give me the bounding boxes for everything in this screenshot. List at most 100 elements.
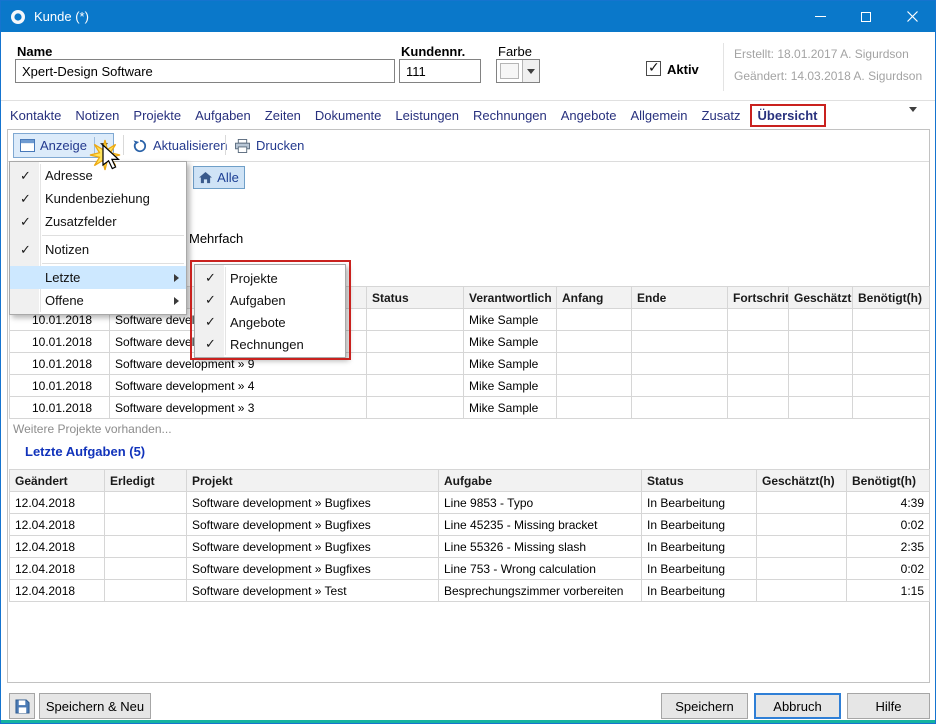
table-cell: 10.01.2018: [10, 353, 110, 375]
tab-zeiten[interactable]: Zeiten: [258, 104, 308, 127]
table-row[interactable]: 12.04.2018Software development » Bugfixe…: [10, 492, 930, 514]
table-row[interactable]: 12.04.2018Software development » TestBes…: [10, 580, 930, 602]
table-cell: Software development » Test: [187, 580, 439, 602]
alle-filter-button[interactable]: Alle: [193, 166, 245, 189]
table-cell: In Bearbeitung: [642, 536, 757, 558]
table-cell: [728, 331, 789, 353]
tasks-section-title: Letzte Aufgaben (5): [25, 444, 145, 459]
menu-item-kundenbeziehung[interactable]: Kundenbeziehung: [10, 187, 186, 210]
table-row[interactable]: 12.04.2018Software development » Bugfixe…: [10, 514, 930, 536]
table-cell: [853, 331, 930, 353]
column-header[interactable]: Geändert: [10, 470, 105, 492]
tab-projekte[interactable]: Projekte: [126, 104, 188, 127]
table-cell: [367, 353, 464, 375]
table-cell: [728, 353, 789, 375]
table-row[interactable]: 10.01.2018Software development » 4Mike S…: [10, 375, 930, 397]
menu-item-offene[interactable]: Offene: [10, 289, 186, 312]
name-input[interactable]: [15, 59, 395, 83]
table-row[interactable]: 10.01.2018Software develoMike Sample: [10, 331, 930, 353]
table-row[interactable]: 10.01.2018Software development » 3Mike S…: [10, 397, 930, 419]
table-cell: [105, 580, 187, 602]
table-cell: Software development » Bugfixes: [187, 558, 439, 580]
table-cell: [728, 375, 789, 397]
column-header[interactable]: Projekt: [187, 470, 439, 492]
submenu-arrow-icon: [174, 297, 179, 305]
printer-icon: [235, 139, 250, 153]
submenu-arrow-icon: [174, 274, 179, 282]
column-header[interactable]: Geschätzt(h): [789, 287, 853, 309]
column-header[interactable]: Erledigt: [105, 470, 187, 492]
table-cell: In Bearbeitung: [642, 492, 757, 514]
column-header[interactable]: Anfang: [557, 287, 632, 309]
table-cell: 1:15: [847, 580, 930, 602]
table-row[interactable]: 10.01.2018Software development » 9Mike S…: [10, 353, 930, 375]
close-button[interactable]: [889, 1, 935, 32]
column-header[interactable]: Verantwortlich: [464, 287, 557, 309]
table-cell: [728, 309, 789, 331]
drucken-button[interactable]: Drucken: [235, 133, 304, 158]
tab-kontakte[interactable]: Kontakte: [3, 104, 68, 127]
table-cell: 4:39: [847, 492, 930, 514]
table-cell: 12.04.2018: [10, 492, 105, 514]
table-cell: Software development » Bugfixes: [187, 514, 439, 536]
table-row[interactable]: 12.04.2018Software development » Bugfixe…: [10, 536, 930, 558]
table-cell: Besprechungszimmer vorbereiten: [439, 580, 642, 602]
table-row[interactable]: 12.04.2018Software development » Bugfixe…: [10, 558, 930, 580]
table-cell: [789, 331, 853, 353]
column-header[interactable]: Benötigt(h): [853, 287, 930, 309]
maximize-button[interactable]: [843, 1, 889, 32]
farbe-dropdown[interactable]: [496, 59, 540, 83]
menu-item-notizen[interactable]: Notizen: [10, 238, 186, 261]
column-header[interactable]: Benötigt(h): [847, 470, 930, 492]
alle-label: Alle: [217, 170, 239, 185]
kundennr-input[interactable]: [399, 59, 481, 83]
table-cell: [557, 353, 632, 375]
tab-zusatz[interactable]: Zusatz: [695, 104, 748, 127]
speichern-button[interactable]: Speichern: [661, 693, 748, 719]
modified-text: Geändert: 14.03.2018 A. Sigurdson: [734, 69, 922, 83]
table-cell: [105, 514, 187, 536]
table-cell: [853, 353, 930, 375]
tab-angebote[interactable]: Angebote: [554, 104, 624, 127]
table-cell: [789, 309, 853, 331]
table-cell: Software development » 3: [110, 397, 367, 419]
hilfe-button[interactable]: Hilfe: [847, 693, 930, 719]
column-header[interactable]: Aufgabe: [439, 470, 642, 492]
farbe-dropdown-button[interactable]: [522, 60, 539, 82]
tab-dokumente[interactable]: Dokumente: [308, 104, 388, 127]
tab-allgemein[interactable]: Allgemein: [623, 104, 694, 127]
table-cell: [632, 331, 728, 353]
floppy-disk-icon: [15, 699, 30, 714]
annotation-box-submenu: [190, 260, 351, 360]
tab-rechnungen[interactable]: Rechnungen: [466, 104, 554, 127]
menu-item-letzte[interactable]: Letzte: [10, 266, 186, 289]
speichern-neu-button[interactable]: Speichern & Neu: [39, 693, 151, 719]
tasks-table-header: GeändertErledigtProjektAufgabeStatusGesc…: [10, 470, 930, 492]
aktualisieren-button[interactable]: Aktualisieren: [133, 133, 227, 158]
more-projects-note: Weitere Projekte vorhanden...: [13, 422, 172, 436]
column-header[interactable]: Ende: [632, 287, 728, 309]
menu-item-zusatzfelder[interactable]: Zusatzfelder: [10, 210, 186, 233]
column-header[interactable]: Status: [642, 470, 757, 492]
column-header[interactable]: Status: [367, 287, 464, 309]
aktiv-checkbox[interactable]: [646, 61, 661, 76]
minimize-button[interactable]: [797, 1, 843, 32]
checkmark-icon: [10, 242, 41, 258]
column-header[interactable]: Fortschritt: [728, 287, 789, 309]
tab-overflow-button[interactable]: [909, 112, 917, 130]
table-cell: [367, 309, 464, 331]
chevron-down-icon: [909, 107, 917, 129]
tasks-table: GeändertErledigtProjektAufgabeStatusGesc…: [9, 469, 930, 602]
tab-leistungen[interactable]: Leistungen: [388, 104, 466, 127]
anzeige-menu: Adresse Kundenbeziehung Zusatzfelder Not…: [9, 161, 187, 315]
window-panel-icon: [20, 139, 35, 152]
farbe-label: Farbe: [498, 44, 532, 59]
save-icon-button[interactable]: [9, 693, 35, 719]
tab-uebersicht[interactable]: Übersicht: [750, 104, 826, 127]
tab-notizen[interactable]: Notizen: [68, 104, 126, 127]
abbruch-button[interactable]: Abbruch: [754, 693, 841, 719]
table-cell: [789, 353, 853, 375]
tab-aufgaben[interactable]: Aufgaben: [188, 104, 258, 127]
column-header[interactable]: Geschätzt(h): [757, 470, 847, 492]
titlebar: Kunde (*): [1, 1, 935, 32]
